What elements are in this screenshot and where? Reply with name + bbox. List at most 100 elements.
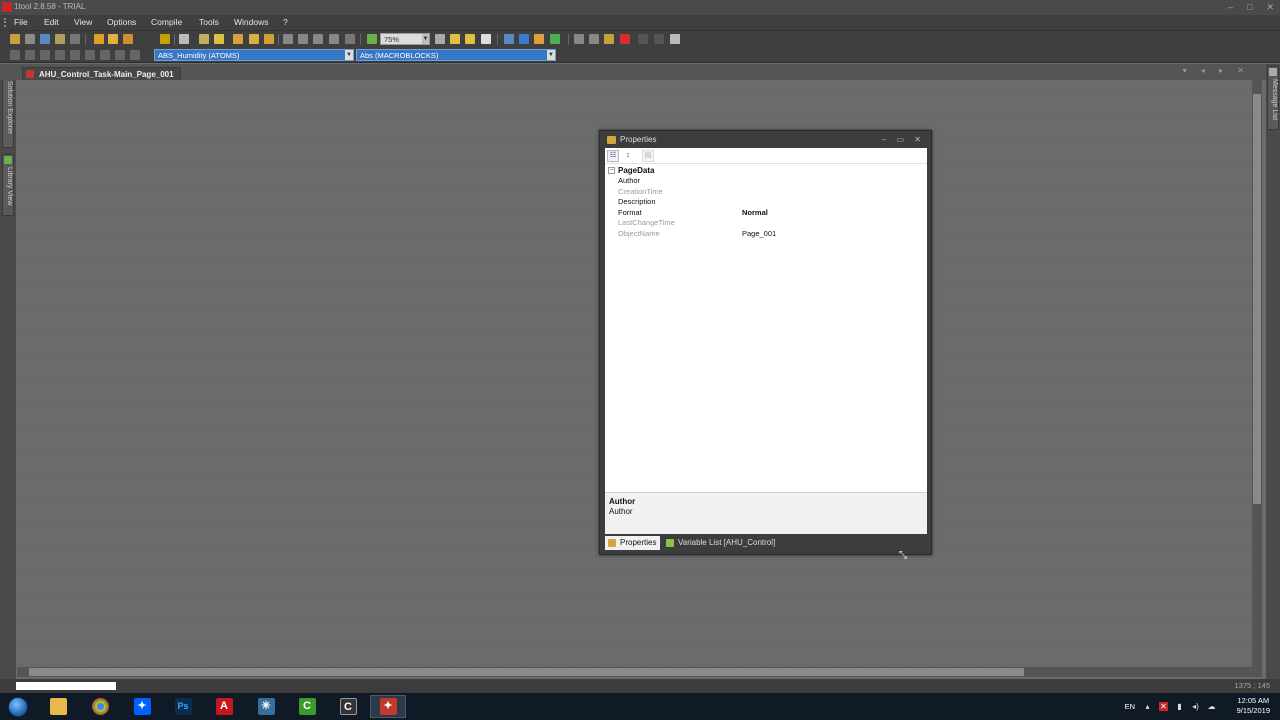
build-icon[interactable]: [519, 34, 529, 44]
redo-icon[interactable]: [654, 34, 664, 44]
zoom-select[interactable]: 75% ▼: [380, 33, 430, 45]
italic-icon[interactable]: [25, 50, 35, 60]
align-center-icon[interactable]: [298, 34, 308, 44]
start-button[interactable]: [2, 693, 34, 720]
pencil-icon[interactable]: [214, 34, 224, 44]
run-icon[interactable]: [550, 34, 560, 44]
action-center-icon[interactable]: ✕: [1159, 702, 1168, 711]
open-icon[interactable]: [25, 34, 35, 44]
vertical-scroll-thumb[interactable]: [1253, 94, 1261, 504]
message-list-tab[interactable]: Message List: [1267, 66, 1279, 130]
sort-alpha-icon[interactable]: ↕: [622, 150, 634, 162]
menu-edit[interactable]: Edit: [44, 15, 59, 30]
property-row-lastchangetime[interactable]: LastChangeTime: [605, 218, 927, 229]
align-left-icon[interactable]: [283, 34, 293, 44]
align-right-icon[interactable]: [313, 34, 323, 44]
categorized-icon[interactable]: ☷: [607, 150, 619, 162]
compile-icon[interactable]: [504, 34, 514, 44]
find-icon[interactable]: [70, 34, 80, 44]
atom-icon[interactable]: [160, 34, 170, 44]
new-project-icon[interactable]: [10, 34, 20, 44]
distribute-icon[interactable]: [329, 34, 339, 44]
underline-icon[interactable]: [40, 50, 50, 60]
taskbar-app[interactable]: ✦: [124, 695, 160, 718]
horizontal-scrollbar[interactable]: [17, 667, 1262, 677]
maximize-button[interactable]: □: [1247, 0, 1252, 14]
settings-icon[interactable]: [55, 34, 65, 44]
bold-icon[interactable]: [10, 50, 20, 60]
property-value[interactable]: Normal: [742, 208, 768, 219]
property-row-description[interactable]: Description: [605, 197, 927, 208]
taskbar-app[interactable]: C: [330, 695, 366, 718]
properties-window-controls[interactable]: – ▭ ✕: [882, 133, 925, 147]
menu-options[interactable]: Options: [107, 15, 136, 30]
taskbar-app[interactable]: Ps: [165, 695, 201, 718]
vertical-scrollbar[interactable]: [1252, 80, 1262, 667]
property-row-author[interactable]: Author: [605, 176, 927, 187]
network-icon[interactable]: ▮: [1175, 702, 1184, 711]
taskbar-app[interactable]: [82, 695, 118, 718]
properties-title-bar[interactable]: Properties – ▭ ✕: [600, 133, 931, 147]
pan-icon[interactable]: [123, 34, 133, 44]
property-row-creationtime[interactable]: CreationTime: [605, 187, 927, 198]
text-align-center-icon[interactable]: [85, 50, 95, 60]
taskbar-app[interactable]: ✳: [248, 695, 284, 718]
close-button[interactable]: ✕: [1266, 0, 1274, 14]
solution-explorer-tab[interactable]: Solution Explorer: [2, 68, 14, 148]
taskbar-app-1tool-active[interactable]: ✦: [370, 695, 406, 718]
onedrive-icon[interactable]: ☁: [1207, 702, 1216, 711]
horizontal-scroll-thumb[interactable]: [29, 668, 1024, 676]
block-icon[interactable]: [249, 34, 259, 44]
snap-icon[interactable]: [108, 34, 118, 44]
property-row-objectname[interactable]: ObjectName Page_001: [605, 229, 927, 240]
text-align-left-icon[interactable]: [70, 50, 80, 60]
object-name-select[interactable]: ABS_Humidity (ATOMS) ▼: [154, 49, 354, 61]
eye-icon[interactable]: [481, 34, 491, 44]
pointer-icon[interactable]: [179, 34, 189, 44]
menu-compile[interactable]: Compile: [151, 15, 182, 30]
library-view-tab[interactable]: Library View: [2, 154, 14, 216]
fill-icon[interactable]: [130, 50, 140, 60]
tab-ahu-control-main-page[interactable]: AHU_Control_Task-Main_Page_001: [22, 67, 181, 80]
delete-icon[interactable]: [620, 34, 630, 44]
object-type-select[interactable]: Abs (MACROBLOCKS) ▼: [356, 49, 556, 61]
collapse-icon[interactable]: –: [608, 167, 615, 174]
taskbar-app[interactable]: [40, 695, 76, 718]
line-icon[interactable]: [199, 34, 209, 44]
tab-controls[interactable]: ▾ ◂ ▸ ✕: [1183, 66, 1250, 75]
category-pagedata[interactable]: – PageData: [605, 165, 927, 176]
print-icon[interactable]: [670, 34, 680, 44]
menu-windows[interactable]: Windows: [234, 15, 268, 30]
macro-icon[interactable]: [233, 34, 243, 44]
copy-icon[interactable]: [589, 34, 599, 44]
task-icon[interactable]: [264, 34, 274, 44]
strikethrough-icon[interactable]: [55, 50, 65, 60]
menu-tools[interactable]: Tools: [199, 15, 219, 30]
system-clock[interactable]: 12:05 AM 9/15/2019: [1237, 696, 1270, 716]
show-hidden-icons-icon[interactable]: ▴: [1143, 702, 1152, 711]
group-icon[interactable]: [345, 34, 355, 44]
tab-variable-list[interactable]: Variable List [AHU_Control]: [663, 536, 779, 550]
language-indicator[interactable]: EN: [1125, 702, 1135, 711]
text-align-right-icon[interactable]: [100, 50, 110, 60]
menu-help[interactable]: ?: [283, 15, 288, 30]
property-row-format[interactable]: Format Normal: [605, 208, 927, 219]
taskbar-app[interactable]: C: [289, 695, 325, 718]
paste-icon[interactable]: [604, 34, 614, 44]
zoom-in-icon[interactable]: [450, 34, 460, 44]
zoom-out-icon[interactable]: [465, 34, 475, 44]
menu-file[interactable]: File: [14, 15, 28, 30]
border-icon[interactable]: [115, 50, 125, 60]
debug-icon[interactable]: [534, 34, 544, 44]
cut-icon[interactable]: [574, 34, 584, 44]
save-icon[interactable]: [40, 34, 50, 44]
menu-view[interactable]: View: [74, 15, 92, 30]
zoom-fit-icon[interactable]: [435, 34, 445, 44]
property-pages-icon[interactable]: ▤: [642, 150, 654, 162]
tab-properties[interactable]: Properties: [605, 536, 661, 550]
undo-icon[interactable]: [638, 34, 648, 44]
volume-icon[interactable]: ◂): [1191, 702, 1200, 711]
taskbar-app[interactable]: A: [206, 695, 242, 718]
grid-icon[interactable]: [94, 34, 104, 44]
minimize-button[interactable]: –: [1228, 0, 1233, 14]
